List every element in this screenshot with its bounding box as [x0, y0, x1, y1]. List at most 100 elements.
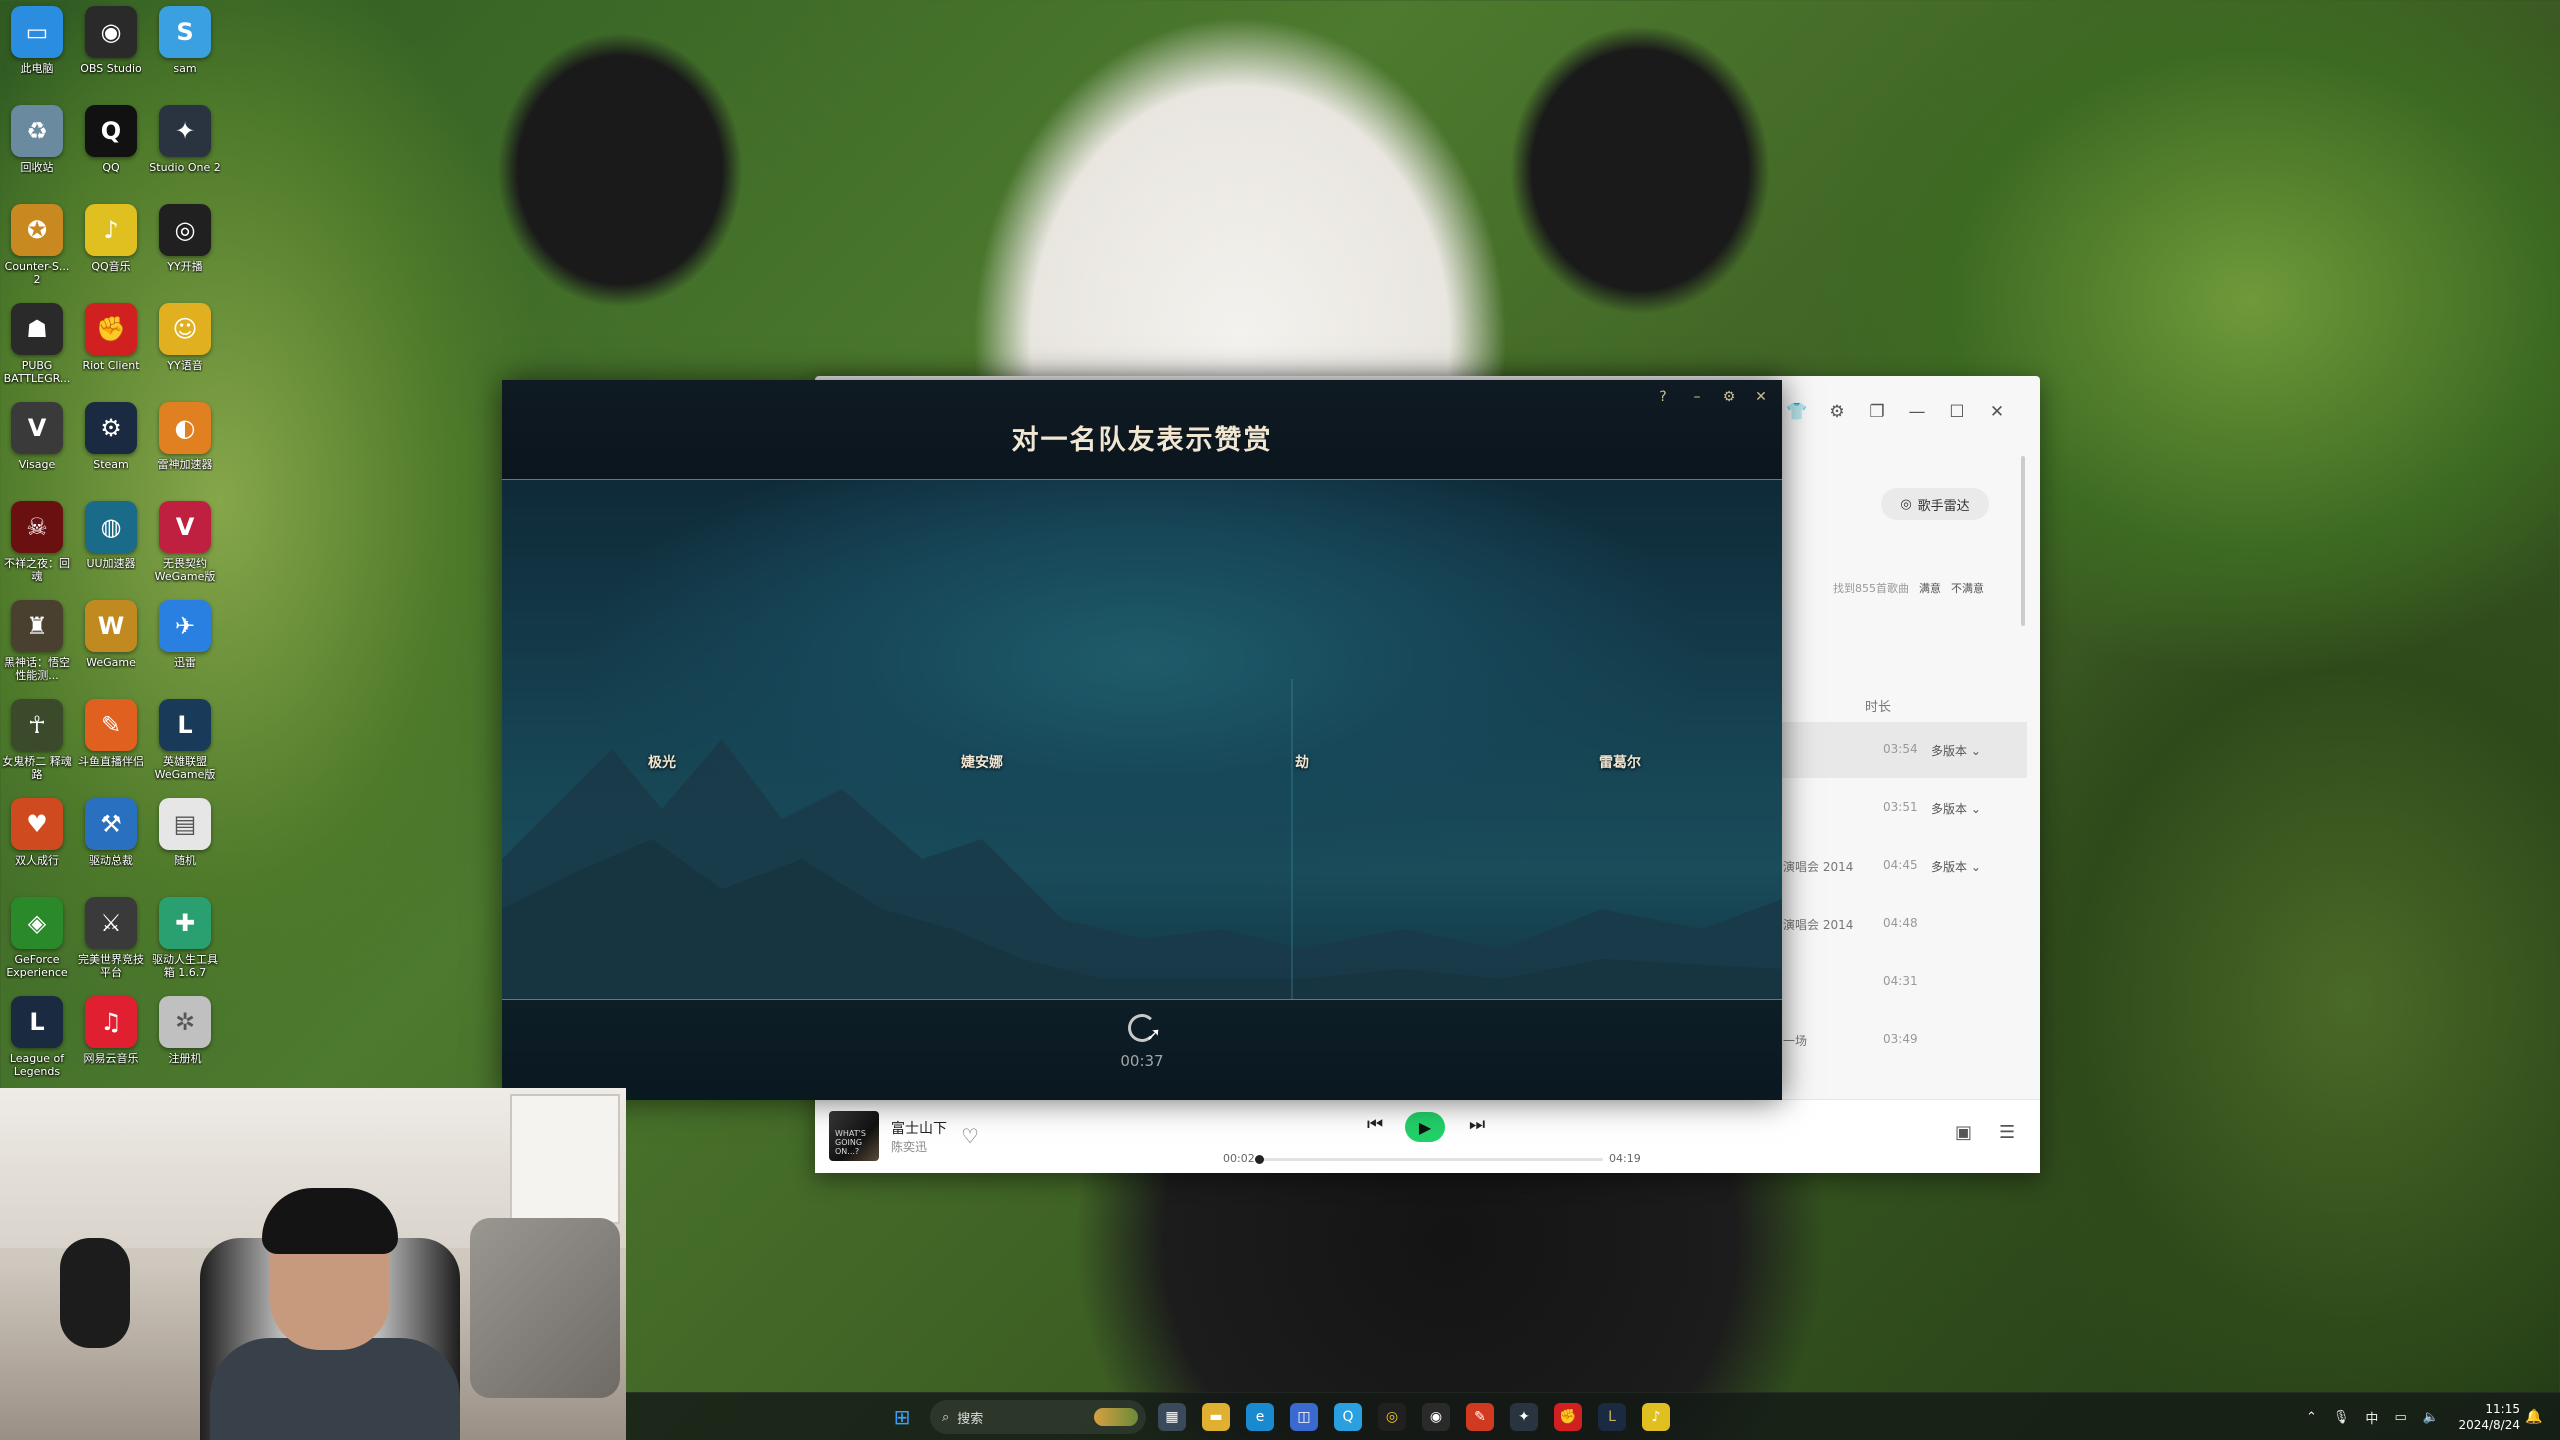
teammate-card[interactable]: 极光	[648, 752, 676, 772]
desktop-icon[interactable]: ◐ 雷神加速器	[148, 396, 222, 492]
lyrics-icon[interactable]: ▣	[1955, 1122, 1972, 1143]
qq-browser-icon[interactable]: Q	[1334, 1403, 1362, 1431]
notification-icon[interactable]: 🔔	[2522, 1403, 2546, 1431]
play-button[interactable]: ▶	[1405, 1112, 1445, 1142]
versions-dropdown[interactable]: 多版本 ⌄	[1931, 800, 1981, 817]
desktop-icon[interactable]: ♪ QQ音乐	[74, 198, 148, 294]
song-row[interactable]: 演唱会 2014 04:45 多版本 ⌄	[1781, 838, 2027, 894]
desktop-icon[interactable]: ☠ 不祥之夜：回魂	[0, 495, 74, 591]
song-artist[interactable]: 陈奕迅	[891, 1138, 927, 1155]
next-track-icon[interactable]: ⏭	[1469, 1114, 1485, 1135]
versions-dropdown[interactable]: 多版本 ⌄	[1931, 858, 1981, 875]
settings-icon[interactable]: ⚙	[1825, 400, 1849, 424]
studio-one-icon[interactable]: ✦	[1510, 1403, 1538, 1431]
chevron-up-icon[interactable]: ⌃	[2306, 1410, 2317, 1425]
desktop-icon[interactable]: ✚ 驱动人生工具箱 1.6.7	[148, 891, 222, 987]
skin-icon[interactable]: 👕	[1785, 400, 1809, 424]
minimize-button[interactable]: –	[1686, 386, 1708, 408]
song-row[interactable]: 演唱会 2014 04:48	[1781, 896, 2027, 952]
clock[interactable]: 11:15 2024/8/24	[2458, 1401, 2520, 1433]
desktop-icon-label: 注册机	[168, 1052, 202, 1065]
desktop-icon[interactable]: ▤ 随机	[148, 792, 222, 888]
satisfied-button[interactable]: 满意	[1919, 580, 1941, 596]
heart-icon[interactable]: ♡	[961, 1124, 979, 1148]
desktop-icon[interactable]: ♜ 黑神话：悟空性能测...	[0, 594, 74, 690]
desktop-icon[interactable]: ◎ YY开播	[148, 198, 222, 294]
singer-radar-button[interactable]: ◎ 歌手雷达	[1881, 488, 1989, 520]
previous-track-icon[interactable]: ⏮	[1367, 1114, 1383, 1135]
store-icon[interactable]: ◫	[1290, 1403, 1318, 1431]
taskbar-search[interactable]: ⌕ 搜索	[930, 1400, 1146, 1434]
search-icon: ⌕	[942, 1409, 950, 1425]
mini-mode-icon[interactable]: ❐	[1865, 400, 1889, 424]
desktop-icon[interactable]: ◈ GeForce Experience	[0, 891, 74, 987]
song-duration: 04:45	[1883, 858, 1918, 872]
edge-browser-icon[interactable]: e	[1246, 1403, 1274, 1431]
song-row[interactable]: 03:54 多版本 ⌄	[1781, 722, 2027, 778]
desktop-icon-label: Steam	[93, 458, 129, 471]
desktop-icon[interactable]: V 无畏契约 WeGame版	[148, 495, 222, 591]
desktop-icon[interactable]: ✦ Studio One 2	[148, 99, 222, 195]
maximize-icon[interactable]: ☐	[1945, 400, 1969, 424]
close-button[interactable]: ✕	[1750, 386, 1772, 408]
song-row[interactable]: 04:31	[1781, 954, 2027, 1010]
douyu-icon[interactable]: ✎	[1466, 1403, 1494, 1431]
song-title[interactable]: 富士山下	[891, 1118, 947, 1138]
desktop-icon[interactable]: ✲ 注册机	[148, 990, 222, 1086]
minimize-icon[interactable]: —	[1905, 400, 1929, 424]
desktop-icon-label: 雷神加速器	[157, 458, 213, 471]
volume-icon[interactable]: 🔈	[2423, 1410, 2439, 1425]
teammate-card[interactable]: 婕安娜	[961, 752, 1003, 772]
desktop-icon[interactable]: ⚔ 完美世界竞技平台	[74, 891, 148, 987]
desktop-icon[interactable]: ◉ OBS Studio	[74, 0, 148, 96]
desktop-icon[interactable]: ✎ 斗鱼直播伴侣	[74, 693, 148, 789]
progress-bar[interactable]	[1255, 1155, 1603, 1164]
teammate-card[interactable]: 劫	[1295, 752, 1309, 772]
obs-icon[interactable]: ◉	[1422, 1403, 1450, 1431]
desktop-icon-label: 不祥之夜：回魂	[4, 557, 70, 583]
desktop-icon[interactable]: ✪ Counter-S... 2	[0, 198, 74, 294]
desktop-icon[interactable]: ◍ UU加速器	[74, 495, 148, 591]
desktop-icon[interactable]: L League of Legends	[0, 990, 74, 1086]
desktop-icon[interactable]: Ssam	[148, 0, 222, 96]
yy-icon[interactable]: ◎	[1378, 1403, 1406, 1431]
file-explorer-icon[interactable]: ▬	[1202, 1403, 1230, 1431]
desktop-icon[interactable]: ⚒ 驱动总裁	[74, 792, 148, 888]
riot-client-icon[interactable]: ✊	[1554, 1403, 1582, 1431]
desktop-icon[interactable]: L 英雄联盟 WeGame版	[148, 693, 222, 789]
close-icon[interactable]: ✕	[1985, 400, 2009, 424]
task-view-icon[interactable]: ▦	[1158, 1403, 1186, 1431]
desktop-icon[interactable]: ▭ 此电脑	[0, 0, 74, 96]
network-icon[interactable]: ▭	[2394, 1410, 2406, 1425]
desktop-icon[interactable]: Q QQ	[74, 99, 148, 195]
microphone-icon[interactable]: 🎙	[2333, 1410, 2350, 1425]
scrollbar[interactable]	[2021, 456, 2025, 626]
versions-dropdown[interactable]: 多版本 ⌄	[1931, 742, 1981, 759]
album-cover[interactable]: WHAT'S GOING ON...?	[829, 1111, 879, 1161]
desktop-icon[interactable]: ✈ 迅雷	[148, 594, 222, 690]
desktop-icon[interactable]: ☗ PUBG BATTLEGR...	[0, 297, 74, 393]
settings-button[interactable]: ⚙	[1718, 386, 1740, 408]
desktop-icon[interactable]: W WeGame	[74, 594, 148, 690]
ime-indicator[interactable]: 中	[2365, 1408, 2378, 1427]
league-icon[interactable]: L	[1598, 1403, 1626, 1431]
desktop-icon[interactable]: ⚙ Steam	[74, 396, 148, 492]
song-row[interactable]: 一场 03:49	[1781, 1012, 2027, 1068]
desktop-icon[interactable]: ✊ Riot Client	[74, 297, 148, 393]
playlist-icon[interactable]: ☰	[1999, 1122, 2015, 1143]
honor-player-area: 极光 婕安娜 劫 雷葛尔	[502, 480, 1782, 1000]
qq-music-icon[interactable]: ♪	[1642, 1403, 1670, 1431]
unsatisfied-button[interactable]: 不满意	[1951, 580, 1984, 596]
desktop-icon[interactable]: ♫ 网易云音乐	[74, 990, 148, 1086]
desktop-icon[interactable]: ♻ 回收站	[0, 99, 74, 195]
desktop-icon[interactable]: ☥ 女鬼桥二 释魂路	[0, 693, 74, 789]
desktop-icon[interactable]: V Visage	[0, 396, 74, 492]
desktop-icon[interactable]: ♥ 双人成行	[0, 792, 74, 888]
duration-column-header[interactable]: 时长	[1865, 696, 1891, 715]
start-menu-icon[interactable]: ⊞	[888, 1403, 916, 1431]
progress-knob[interactable]	[1255, 1155, 1264, 1164]
help-button[interactable]: ?	[1652, 386, 1674, 408]
teammate-card[interactable]: 雷葛尔	[1599, 752, 1641, 772]
desktop-icon[interactable]: ☺ YY语音	[148, 297, 222, 393]
song-row[interactable]: 03:51 多版本 ⌄	[1781, 780, 2027, 836]
